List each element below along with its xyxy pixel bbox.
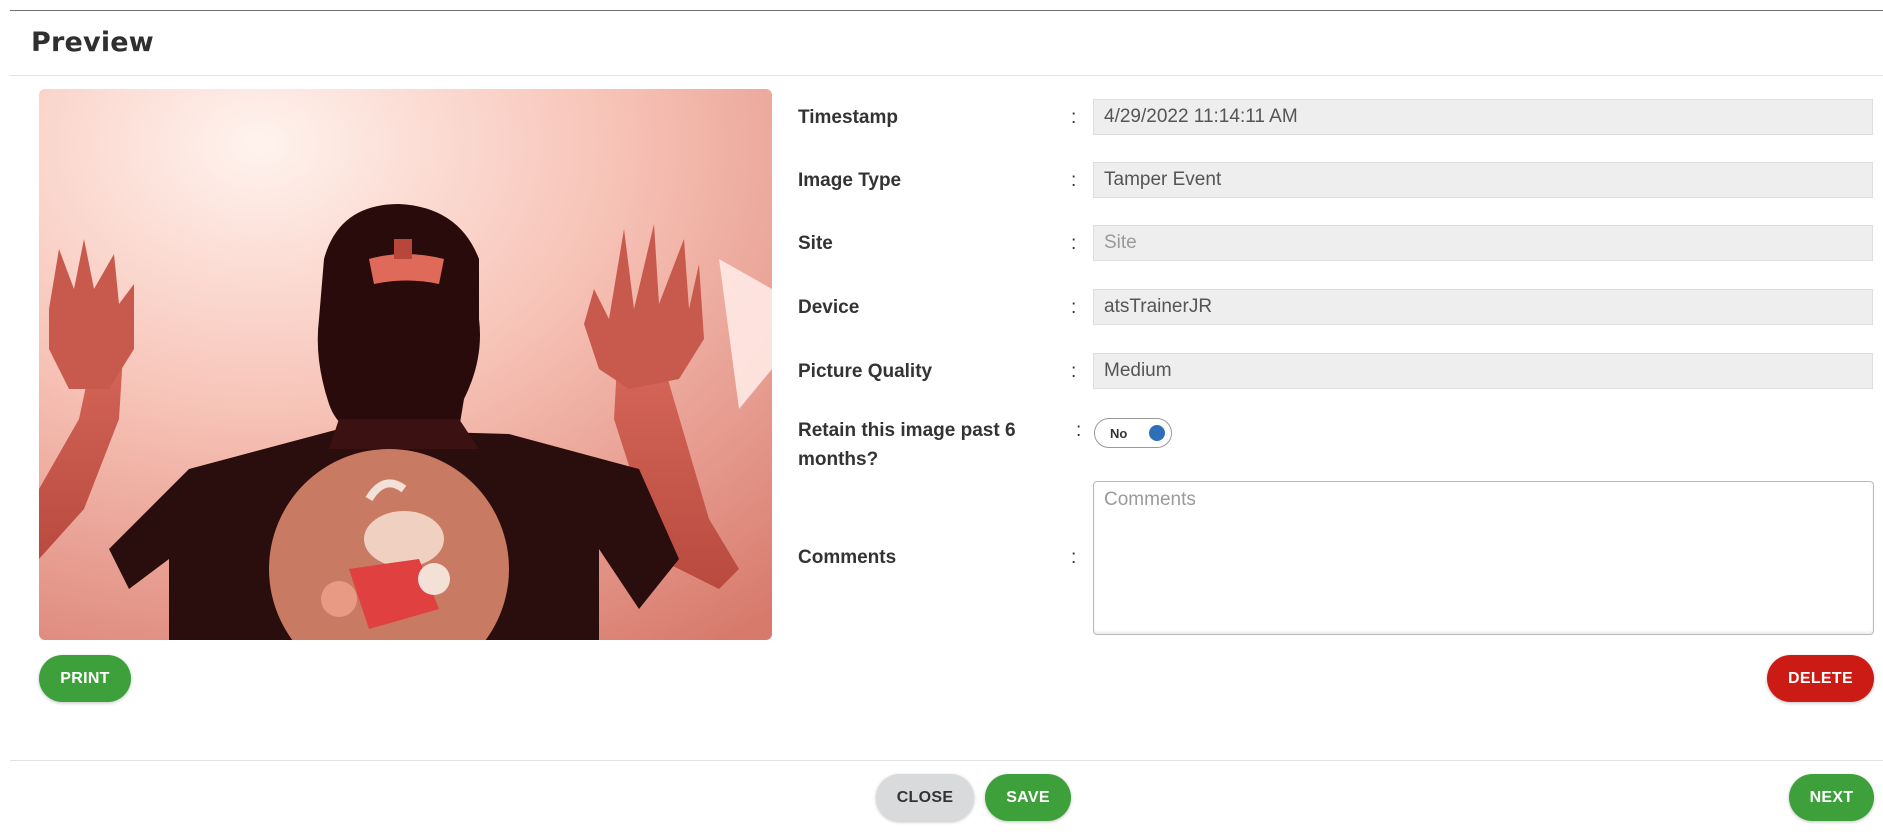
captured-image-graphic (39, 89, 772, 640)
device-field[interactable]: atsTrainerJR (1093, 289, 1873, 325)
image-type-separator: : (1071, 170, 1077, 191)
captured-image (39, 89, 772, 640)
picture-quality-label: Picture Quality (798, 361, 933, 382)
comments-label: Comments (798, 547, 897, 568)
footer-divider (10, 760, 1883, 761)
next-button[interactable]: NEXT (1789, 774, 1874, 821)
site-separator: : (1071, 233, 1077, 254)
retain-label-line1: Retain this image past 6 (798, 420, 1016, 441)
comments-separator: : (1071, 547, 1077, 568)
timestamp-separator: : (1071, 107, 1077, 128)
delete-button[interactable]: DELETE (1767, 655, 1874, 702)
header-divider (10, 75, 1883, 76)
close-button[interactable]: CLOSE (876, 774, 974, 821)
top-border (10, 10, 1883, 11)
device-separator: : (1071, 297, 1077, 318)
print-button[interactable]: PRINT (39, 655, 131, 702)
retain-toggle[interactable]: No (1094, 418, 1172, 448)
comments-textarea[interactable] (1093, 481, 1874, 635)
retain-label-line2: months? (798, 449, 879, 470)
device-label: Device (798, 297, 860, 318)
retain-toggle-label: No (1110, 426, 1128, 441)
save-button[interactable]: SAVE (985, 774, 1071, 821)
dialog-title: Preview (31, 27, 154, 58)
toggle-switch-icon (1149, 425, 1165, 441)
site-label: Site (798, 233, 833, 254)
picture-quality-separator: : (1071, 361, 1077, 382)
image-type-label: Image Type (798, 170, 902, 191)
image-type-field[interactable]: Tamper Event (1093, 162, 1873, 198)
timestamp-label: Timestamp (798, 107, 898, 128)
site-field[interactable]: Site (1093, 225, 1873, 261)
picture-quality-field[interactable]: Medium (1093, 353, 1873, 389)
timestamp-field[interactable]: 4/29/2022 11:14:11 AM (1093, 99, 1873, 135)
retain-separator: : (1076, 420, 1082, 441)
